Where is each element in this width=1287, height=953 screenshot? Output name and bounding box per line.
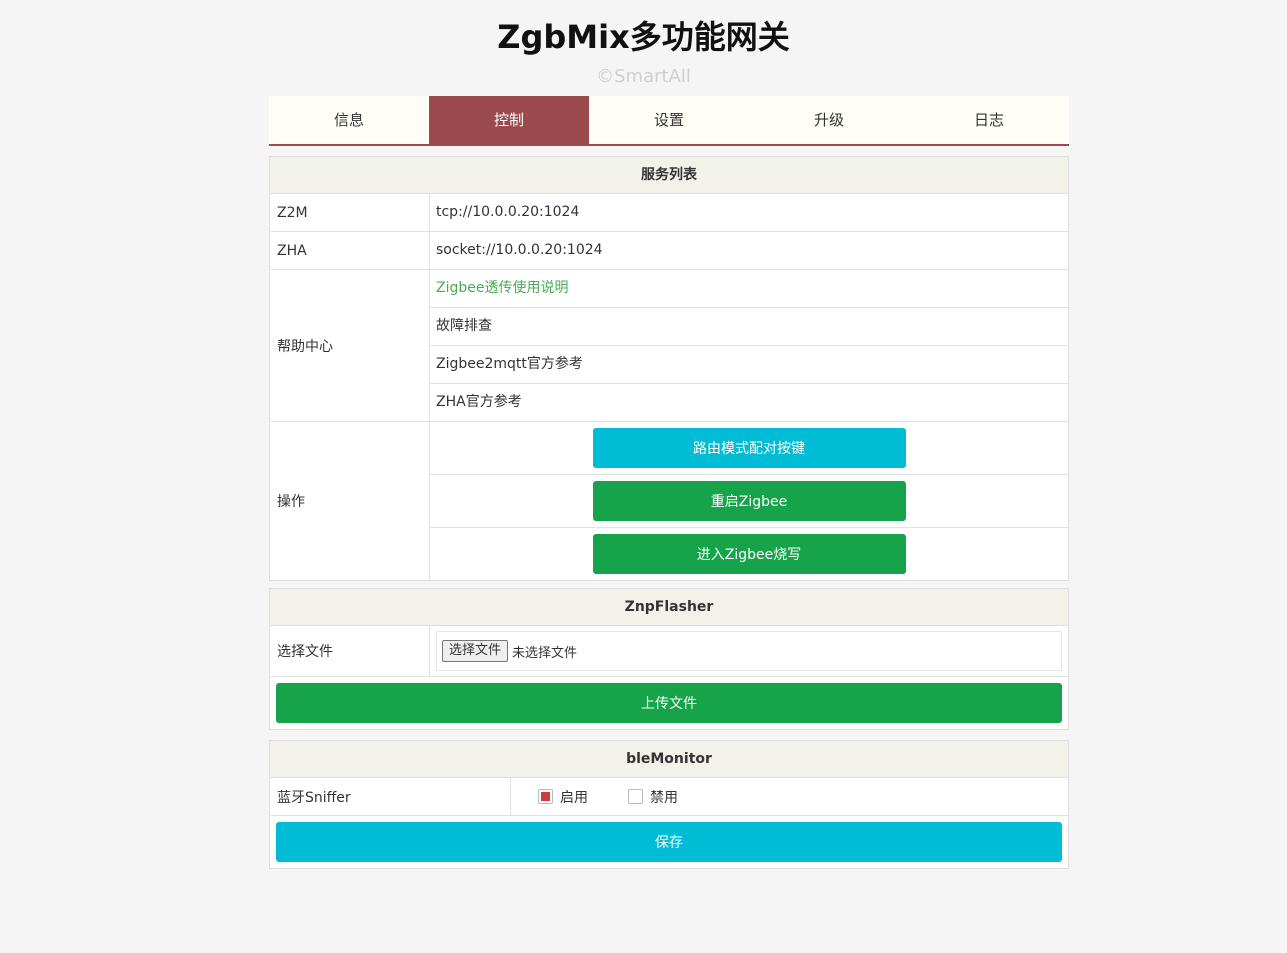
router-pair-button[interactable]: 路由模式配对按键 xyxy=(592,428,906,468)
sniffer-enable-option[interactable]: 启用 xyxy=(538,787,588,807)
sniffer-disable-option[interactable]: 禁用 xyxy=(628,787,678,807)
services-header: 服务列表 xyxy=(270,157,1068,194)
tab-log[interactable]: 日志 xyxy=(909,96,1069,144)
help-link-zigbee-transparent[interactable]: Zigbee透传使用说明 xyxy=(430,270,1068,308)
file-label: 选择文件 xyxy=(270,626,430,676)
znpflasher-header: ZnpFlasher xyxy=(270,589,1068,626)
restart-zigbee-button[interactable]: 重启Zigbee xyxy=(592,481,906,521)
tab-upgrade[interactable]: 升级 xyxy=(749,96,909,144)
upload-row: 上传文件 xyxy=(270,677,1068,729)
enable-checkbox[interactable] xyxy=(538,789,553,804)
help-row: 帮助中心 Zigbee透传使用说明 故障排查 Zigbee2mqtt官方参考 Z… xyxy=(270,270,1068,422)
help-link-zha-reference[interactable]: ZHA官方参考 xyxy=(430,384,1068,421)
help-link-troubleshooting[interactable]: 故障排查 xyxy=(430,308,1068,346)
services-panel: 服务列表 Z2M tcp://10.0.0.20:1024 ZHA socket… xyxy=(269,156,1069,581)
blemonitor-header: bleMonitor xyxy=(270,741,1068,778)
zha-value: socket://10.0.0.20:1024 xyxy=(436,242,603,258)
znpflasher-panel: ZnpFlasher 选择文件 选择文件 未选择文件 上传文件 xyxy=(269,588,1069,730)
tab-control[interactable]: 控制 xyxy=(429,96,589,144)
choose-file-button[interactable]: 选择文件 xyxy=(442,640,509,662)
save-button[interactable]: 保存 xyxy=(276,822,1062,862)
zha-label: ZHA xyxy=(270,232,430,269)
tab-info[interactable]: 信息 xyxy=(269,96,429,144)
tab-settings[interactable]: 设置 xyxy=(589,96,749,144)
disable-checkbox[interactable] xyxy=(628,789,643,804)
sniffer-row: 蓝牙Sniffer 启用 禁用 xyxy=(270,778,1068,816)
ops-row: 操作 路由模式配对按键 重启Zigbee 进入Zigbee烧写 xyxy=(270,422,1068,580)
save-row: 保存 xyxy=(270,816,1068,868)
disable-label: 禁用 xyxy=(650,789,678,806)
z2m-value: tcp://10.0.0.20:1024 xyxy=(436,204,580,220)
main-tabs: 信息 控制 设置 升级 日志 xyxy=(269,96,1069,146)
z2m-row: Z2M tcp://10.0.0.20:1024 xyxy=(270,194,1068,232)
sniffer-label: 蓝牙Sniffer xyxy=(270,778,511,815)
page-title: ZgbMix多功能网关 xyxy=(497,18,790,56)
file-status: 未选择文件 xyxy=(512,645,578,661)
enable-label: 启用 xyxy=(560,789,588,806)
blemonitor-panel: bleMonitor 蓝牙Sniffer 启用 禁用 保存 xyxy=(269,740,1069,869)
help-link-z2m-reference[interactable]: Zigbee2mqtt官方参考 xyxy=(430,346,1068,384)
copyright-text: ©SmartAll xyxy=(596,66,691,87)
upload-file-button[interactable]: 上传文件 xyxy=(276,683,1062,723)
file-row: 选择文件 选择文件 未选择文件 xyxy=(270,626,1068,677)
ops-label: 操作 xyxy=(270,422,430,580)
help-label: 帮助中心 xyxy=(270,270,430,421)
file-input[interactable]: 选择文件 未选择文件 xyxy=(436,631,1062,671)
z2m-label: Z2M xyxy=(270,194,430,231)
enter-flash-mode-button[interactable]: 进入Zigbee烧写 xyxy=(592,534,906,574)
zha-row: ZHA socket://10.0.0.20:1024 xyxy=(270,232,1068,270)
